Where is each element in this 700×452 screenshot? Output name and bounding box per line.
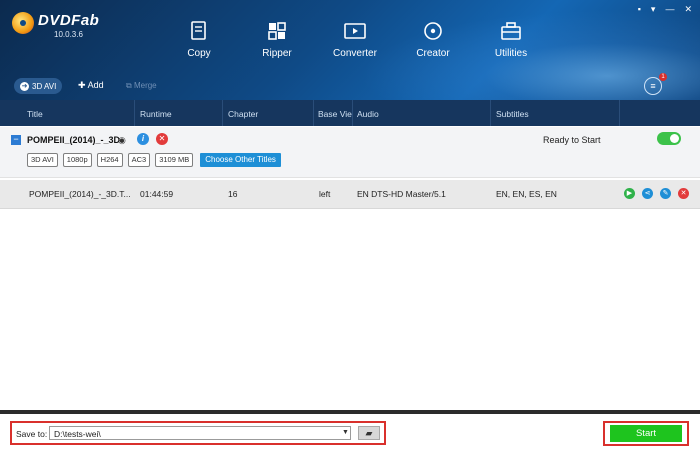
status-text: Ready to Start [543, 135, 601, 145]
title-name: POMPEII_(2014)_-_3D [27, 135, 121, 145]
add-label: Add [87, 80, 104, 90]
profile-label: 3D AVI [32, 81, 57, 91]
cell-chapter: 16 [228, 189, 238, 199]
tab-converter-label: Converter [333, 48, 377, 59]
disc-logo-icon [12, 12, 34, 34]
chevron-down-icon[interactable]: ▼ [342, 429, 349, 436]
column-base-view[interactable]: Base Vie [318, 109, 352, 119]
save-to-group: Save to: D:\tests-wei\ ▼ ▰ [10, 421, 386, 445]
save-to-label: Save to: [16, 429, 48, 439]
column-divider [134, 100, 135, 126]
tag-format: 3D AVI [27, 153, 58, 167]
cell-runtime: 01:44:59 [140, 189, 174, 199]
cell-title: POMPEII_(2014)_-_3D.T... [29, 189, 131, 199]
utilities-icon [501, 22, 521, 40]
column-divider [222, 100, 223, 126]
play-icon[interactable]: ▶ [624, 188, 635, 199]
skin-icon[interactable]: ▪ [638, 4, 641, 15]
arrow-right-icon: ➜ [20, 81, 29, 91]
ripper-icon [268, 22, 286, 40]
tab-creator[interactable]: Creator [394, 20, 472, 59]
minimize-icon[interactable]: — [665, 4, 674, 15]
merge-icon: ⧉ [126, 81, 132, 90]
tab-copy[interactable]: Copy [160, 20, 238, 59]
tag-size: 3109 MB [155, 153, 194, 167]
plus-icon: ✚ [78, 80, 86, 90]
tab-converter[interactable]: Converter [316, 20, 394, 59]
collapse-icon[interactable]: − [11, 135, 21, 145]
profile-3d-avi-button[interactable]: ➜ 3D AVI [14, 78, 63, 94]
column-divider [619, 100, 620, 126]
tag-video-codec: H264 [96, 153, 123, 167]
queue-count-badge: 1 [659, 73, 667, 81]
cell-audio: EN DTS-HD Master/5.1 [357, 189, 446, 199]
window-controls: ▪ ▾ — ✕ [638, 4, 692, 15]
tab-creator-label: Creator [416, 48, 450, 59]
cell-subtitles: EN, EN, ES, EN [496, 189, 557, 199]
remove-icon[interactable]: ✕ [156, 133, 168, 145]
cell-base-view: left [319, 189, 331, 199]
creator-icon [424, 22, 442, 40]
column-divider [352, 100, 353, 126]
tab-utilities-label: Utilities [494, 48, 528, 59]
column-title[interactable]: Title [27, 109, 43, 119]
column-header: Title Runtime Chapter Base Vie Audio Sub… [0, 100, 700, 126]
copy-icon [191, 21, 206, 40]
delete-icon[interactable]: ✕ [678, 188, 689, 199]
merge-button[interactable]: ⧉ Merge [126, 81, 157, 91]
menu-dropdown-icon[interactable]: ▾ [651, 4, 656, 15]
title-item[interactable]: − POMPEII_(2014)_-_3D ◉ i ✕ Ready to Sta… [0, 127, 700, 178]
enable-toggle[interactable] [657, 132, 681, 145]
edit-icon[interactable]: ✎ [660, 188, 671, 199]
column-subtitles[interactable]: Subtitles [496, 109, 529, 119]
start-highlight: Start [603, 421, 689, 446]
browse-folder-button[interactable]: ▰ [358, 426, 380, 440]
folder-icon: ▰ [365, 428, 373, 438]
toolbar: ➜ 3D AVI ✚ Add ⧉ Merge ≡ 1 [0, 73, 700, 98]
column-runtime[interactable]: Runtime [140, 109, 172, 119]
tab-ripper[interactable]: Ripper [238, 20, 316, 59]
share-icon[interactable]: ⋖ [642, 188, 653, 199]
choose-other-titles-button[interactable]: Choose Other Titles [200, 153, 281, 167]
column-chapter[interactable]: Chapter [228, 109, 258, 119]
add-button[interactable]: ✚ Add [78, 80, 104, 91]
dvdfab-logo: DVDFab 10.0.3.6 [12, 10, 142, 44]
tag-audio-codec: AC3 [127, 153, 151, 167]
merge-label: Merge [133, 81, 157, 90]
tab-copy-label: Copy [187, 48, 211, 59]
column-divider [313, 100, 314, 126]
output-tags: 3D AVI 1080p H264 AC3 3109 MB Choose Oth… [27, 153, 281, 167]
app-version: 10.0.3.6 [54, 30, 83, 39]
module-tabs: Copy Ripper Converter Creator Utilities [160, 20, 550, 59]
bluray-3d-icon: ◉ [118, 135, 126, 145]
save-path-field[interactable]: D:\tests-wei\ [49, 426, 351, 440]
tab-utilities[interactable]: Utilities [472, 20, 550, 59]
table-row[interactable]: POMPEII_(2014)_-_3D.T... 01:44:59 16 lef… [0, 180, 700, 209]
start-button[interactable]: Start [610, 425, 682, 442]
logo-text: DVDFab [38, 12, 100, 29]
column-divider [490, 100, 491, 126]
list-icon: ≡ [650, 81, 656, 91]
tag-resolution: 1080p [62, 153, 92, 167]
close-icon[interactable]: ✕ [684, 4, 692, 15]
app-header: DVDFab 10.0.3.6 ▪ ▾ — ✕ Copy Ripper Conv… [0, 0, 700, 100]
converter-icon [344, 23, 366, 39]
info-icon[interactable]: i [137, 133, 149, 145]
tab-ripper-label: Ripper [262, 48, 292, 59]
column-audio[interactable]: Audio [357, 109, 379, 119]
bottom-bar: Save to: D:\tests-wei\ ▼ ▰ Start [0, 414, 700, 452]
